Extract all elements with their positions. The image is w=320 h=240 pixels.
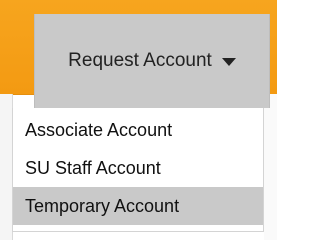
right-panel — [264, 94, 277, 240]
request-account-button[interactable]: Request Account — [34, 14, 270, 108]
caret-down-icon — [221, 58, 236, 66]
menu-item-temporary-account[interactable]: Temporary Account — [13, 187, 263, 225]
menu-item-su-staff-account[interactable]: SU Staff Account — [13, 149, 263, 187]
menu-item-associate-account[interactable]: Associate Account — [13, 111, 263, 149]
request-account-label: Request Account — [68, 50, 212, 71]
request-account-dropdown: Associate Account SU Staff Account Tempo… — [12, 108, 264, 232]
